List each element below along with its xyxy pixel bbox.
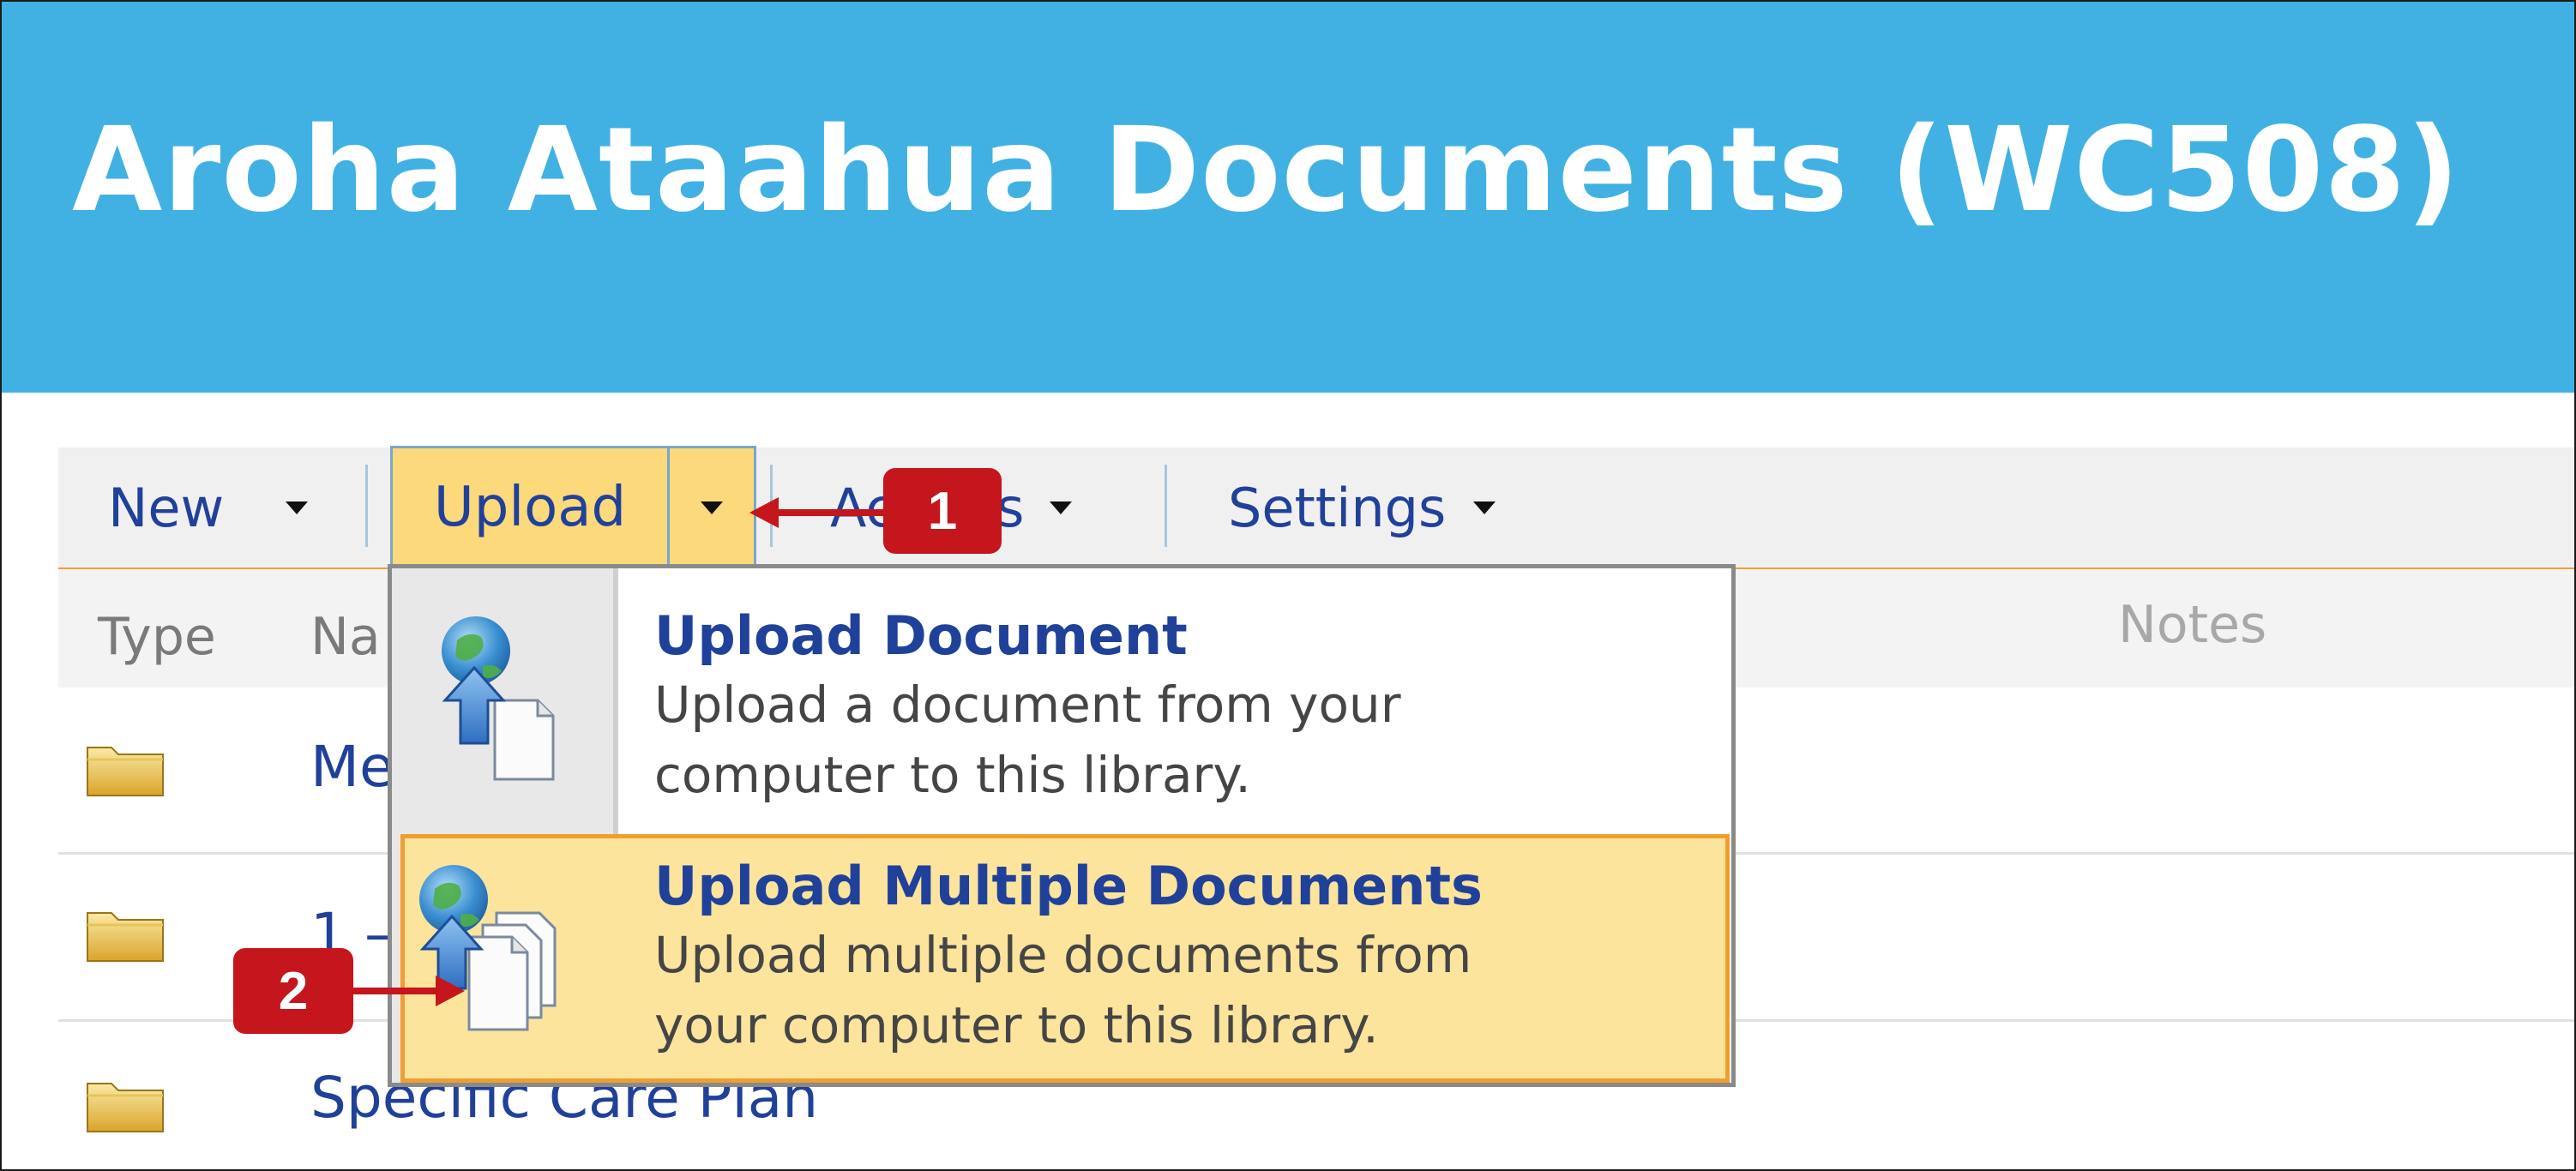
callout-2-arrowhead [436, 976, 465, 1006]
screenshot-frame: Aroha Ataahua Documents (WC508) New Uplo… [0, 0, 2576, 1171]
callout-1-arrowhead [749, 497, 779, 528]
callout-arrows [353, 497, 887, 1006]
callout-badge-1: 1 [883, 468, 1002, 554]
callout-badge-2: 2 [233, 948, 353, 1034]
